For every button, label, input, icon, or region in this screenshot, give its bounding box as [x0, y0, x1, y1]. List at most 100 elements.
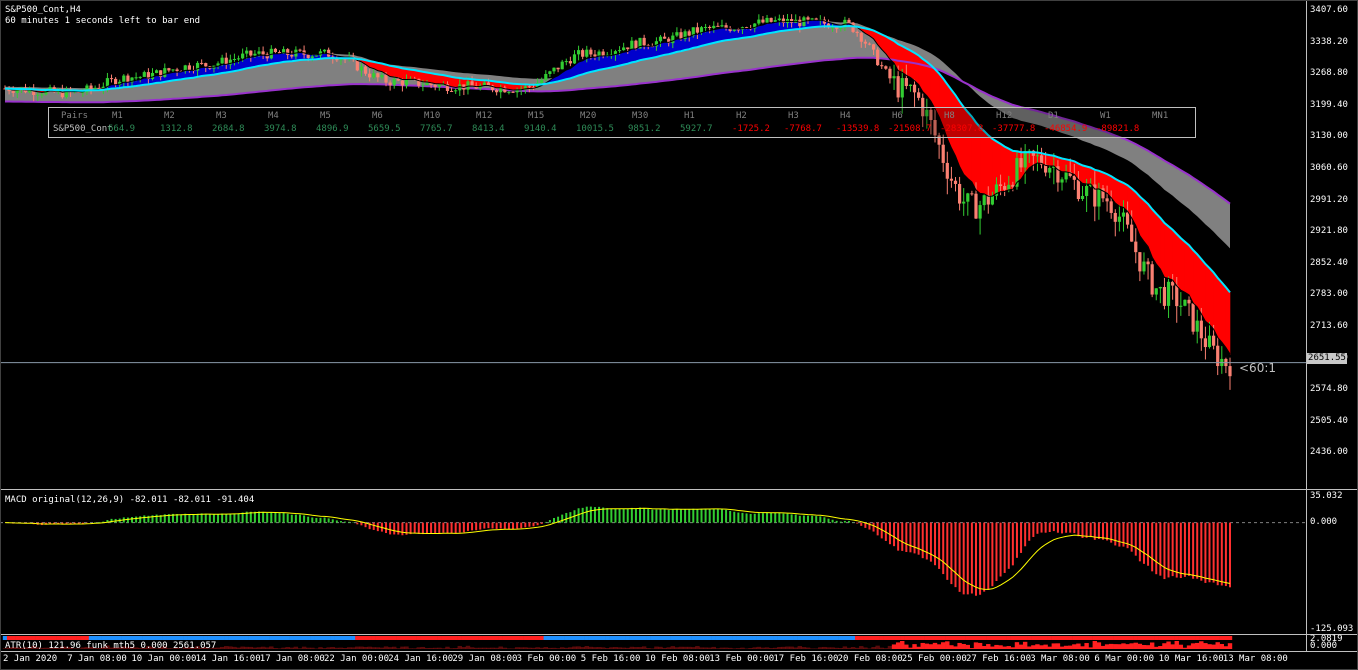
atr-bar: [1186, 645, 1192, 649]
atr-bar: [240, 646, 245, 649]
atr-bar: [527, 647, 532, 649]
candle-body: [314, 55, 318, 57]
atr-bar: [363, 646, 368, 649]
atr-strip-cell: [805, 636, 811, 640]
fast-band-segment: [1164, 222, 1169, 279]
candle-body: [122, 75, 126, 82]
atr-bar: [805, 647, 811, 649]
candle-body: [1166, 281, 1171, 306]
atr-strip-cell: [1145, 636, 1151, 640]
atr-bar: [547, 647, 553, 649]
atr-strip-cell: [760, 636, 766, 640]
candle-body: [93, 87, 97, 89]
atr-strip-cell: [781, 636, 786, 640]
atr-strip-cell: [1002, 636, 1007, 640]
pairs-value: 5659.5: [368, 124, 401, 134]
atr-strip-cell: [232, 636, 237, 640]
atr-bar: [637, 647, 643, 649]
fast-band-segment: [389, 65, 395, 78]
atr-strip-cell: [170, 636, 176, 640]
atr-strip-cell: [1129, 636, 1134, 640]
fast-band-segment: [258, 54, 264, 67]
candle-body: [593, 54, 597, 57]
candle-body: [949, 178, 954, 181]
atr-strip-cell: [822, 636, 827, 640]
atr-strip-cell: [375, 636, 381, 640]
candle-body: [404, 79, 409, 86]
atr-bar: [449, 648, 454, 649]
candle-body: [847, 19, 851, 23]
atr-strip-cell: [686, 636, 692, 640]
atr-strip-cell: [588, 636, 594, 640]
atr-strip-cell: [56, 636, 61, 640]
candle-body: [912, 84, 917, 93]
atr-bar: [1084, 643, 1089, 649]
atr-bar: [441, 648, 446, 649]
atr-strip-cell: [428, 636, 434, 640]
atr-bar: [592, 647, 598, 649]
atr-strip-cell: [744, 636, 749, 640]
atr-bar: [1055, 643, 1061, 649]
candle-body: [716, 25, 720, 27]
atr-strip-cell: [117, 636, 122, 640]
price-tick: 2713.60: [1310, 321, 1348, 331]
atr-bar: [1088, 647, 1093, 649]
candle-body: [544, 74, 548, 80]
candle-body: [708, 27, 712, 29]
fast-band-segment: [1115, 178, 1120, 207]
atr-bar: [973, 642, 979, 649]
atr-strip-cell: [895, 636, 901, 640]
macd-tick-zero: 0.000: [1310, 517, 1338, 527]
fast-band-segment: [402, 68, 407, 80]
pairs-period-header: M2: [164, 111, 175, 121]
atr-bar: [580, 647, 585, 649]
atr-strip-cell: [1022, 636, 1028, 640]
atr-bar: [1223, 646, 1229, 649]
atr-strip-cell: [482, 636, 487, 640]
atr-strip-cell: [236, 636, 241, 640]
candle-body: [388, 82, 392, 86]
atr-bar: [383, 646, 389, 649]
atr-strip-cell: [334, 636, 340, 640]
pairs-value: 7765.7: [420, 124, 453, 134]
atr-strip-cell: [1178, 636, 1184, 640]
atr-bar: [867, 648, 872, 649]
candle-body: [372, 73, 376, 78]
chart-canvas[interactable]: [0, 0, 1358, 670]
atr-bar: [1158, 646, 1163, 649]
fast-band-segment: [1172, 228, 1177, 287]
atr-bar: [764, 647, 770, 649]
atr-strip-cell: [1104, 636, 1110, 640]
atr-strip-cell: [1121, 636, 1126, 640]
atr-strip-cell: [797, 636, 803, 640]
atr-strip-cell: [768, 636, 774, 640]
time-tick: 10 Feb 08:00: [645, 654, 711, 664]
atr-strip-cell: [43, 636, 49, 640]
atr-strip-cell: [60, 636, 65, 640]
candle-body: [1007, 184, 1011, 190]
atr-strip-cell: [1170, 636, 1175, 640]
atr-bar: [265, 647, 270, 649]
candle-body: [142, 72, 146, 77]
candle-body: [1158, 287, 1162, 289]
candle-body: [1162, 287, 1167, 306]
atr-strip-cell: [883, 636, 889, 640]
atr-strip-cell: [547, 636, 553, 640]
atr-strip-cell: [346, 636, 352, 640]
atr-bar: [432, 647, 438, 649]
atr-strip-cell: [174, 636, 180, 640]
atr-strip-cell: [936, 636, 942, 640]
atr-bar: [330, 647, 335, 649]
candle-body: [626, 47, 630, 50]
atr-strip-cell: [31, 636, 36, 640]
atr-strip-cell: [891, 636, 897, 640]
atr-strip-cell: [215, 636, 221, 640]
atr-strip-cell: [695, 636, 700, 640]
atr-bar: [875, 645, 880, 649]
atr-strip-cell: [932, 636, 938, 640]
fast-band-segment: [619, 51, 624, 66]
atr-strip-cell: [39, 636, 45, 640]
time-tick: 13 Feb 00:00: [709, 654, 775, 664]
price-tick: 2921.80: [1310, 226, 1348, 237]
candle-body: [814, 18, 818, 20]
